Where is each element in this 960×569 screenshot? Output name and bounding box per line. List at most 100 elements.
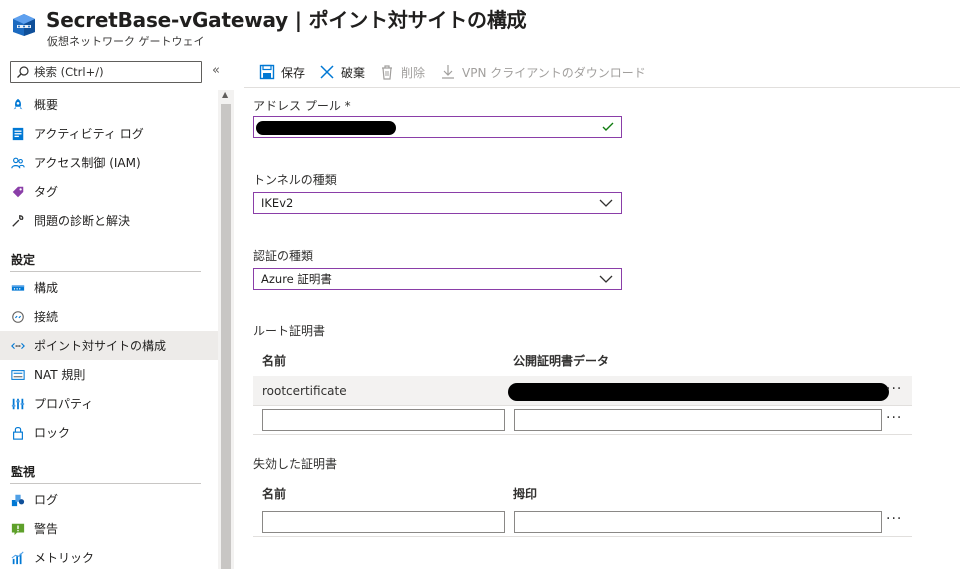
virtual-network-gateway-icon [13, 14, 35, 36]
root-cert-data-header: 公開証明書データ [513, 354, 610, 368]
menu-item-label: アクセス制御 (IAM) [34, 156, 141, 170]
menu-item-configuration[interactable]: 構成 [0, 273, 218, 302]
nat-icon [10, 367, 26, 383]
menu-item-tags[interactable]: タグ [0, 177, 218, 206]
save-button[interactable]: 保存 [259, 62, 305, 82]
auth-type-value: Azure 証明書 [261, 272, 332, 286]
more-actions-button[interactable]: ··· [496, 6, 510, 24]
revoked-certificates-heading: 失効した証明書 [253, 457, 338, 471]
activity-log-icon [10, 126, 26, 142]
menu-item-activity-log[interactable]: アクティビティ ログ [0, 119, 218, 148]
menu-item-iam[interactable]: アクセス制御 (IAM) [0, 148, 218, 177]
page-title: SecretBase-vGateway | ポイント対サイトの構成 [46, 8, 527, 32]
new-revoked-cert-thumbprint-input[interactable] [514, 511, 882, 533]
menu-item-label: 警告 [34, 522, 59, 536]
root-cert-name-header: 名前 [262, 354, 287, 368]
lock-icon [10, 425, 26, 441]
auth-type-dropdown[interactable]: Azure 証明書 [253, 268, 622, 290]
row-divider [253, 405, 912, 406]
collapse-menu-button[interactable]: « [212, 63, 220, 78]
menu-item-properties[interactable]: プロパティ [0, 389, 218, 418]
connection-icon [10, 309, 26, 325]
row-more-button[interactable]: ··· [886, 511, 902, 527]
menu-item-point-to-site[interactable]: ポイント対サイトの構成 [0, 331, 218, 360]
download-label: VPN クライアントのダウンロード [462, 65, 646, 80]
trash-icon [382, 65, 392, 80]
p2s-icon [10, 338, 26, 354]
page-subtitle: 仮想ネットワーク ゲートウェイ [47, 35, 205, 48]
row-more-button[interactable]: ··· [886, 381, 902, 397]
menu-scrollbar[interactable]: ▲ [218, 90, 234, 569]
menu-item-label: 問題の診断と解決 [34, 214, 131, 228]
checkmark-icon [602, 122, 614, 131]
delete-label: 削除 [401, 65, 426, 80]
command-bar: 保存 破棄 削除 VPN クライアントのダウンロード [244, 56, 960, 88]
root-certificates-heading: ルート証明書 [253, 324, 326, 338]
rocket-icon [10, 97, 26, 113]
wrench-icon [10, 213, 26, 229]
menu-item-label: プロパティ [34, 397, 94, 411]
menu-item-label: NAT 規則 [34, 368, 86, 382]
revoked-cert-name-header: 名前 [262, 487, 287, 501]
tag-icon [10, 184, 26, 200]
menu-item-label: 概要 [34, 98, 59, 112]
row-divider [253, 434, 912, 435]
scroll-up-arrow-icon[interactable]: ▲ [222, 90, 228, 99]
save-label: 保存 [281, 65, 306, 80]
menu-item-label: タグ [34, 185, 59, 199]
menu-list: 概要 アクティビティ ログ アクセス制御 (IAM) タグ 問題の診断と解決 設… [0, 90, 234, 569]
menu-item-overview[interactable]: 概要 [0, 90, 218, 119]
discard-label: 破棄 [341, 65, 366, 80]
menu-section-monitoring: 監視 [11, 465, 36, 479]
chevron-down-icon [599, 199, 613, 207]
menu-item-label: ロック [34, 426, 71, 440]
redacted-certificate-data [508, 383, 889, 401]
menu-search-input[interactable] [34, 65, 194, 79]
tunnel-type-label: トンネルの種類 [253, 173, 337, 187]
new-revoked-cert-name-input[interactable] [262, 511, 505, 533]
menu-item-label: ポイント対サイトの構成 [34, 339, 167, 353]
page-header: SecretBase-vGateway | ポイント対サイトの構成 仮想ネットワ… [0, 0, 960, 56]
new-root-cert-data-input[interactable] [514, 409, 882, 431]
close-icon [320, 65, 334, 79]
metrics-icon [10, 550, 26, 566]
root-cert-name-cell: rootcertificate [262, 384, 347, 398]
menu-divider [10, 483, 201, 484]
menu-item-metrics[interactable]: メトリック [0, 543, 218, 569]
menu-item-diagnose[interactable]: 問題の診断と解決 [0, 206, 218, 235]
download-icon [442, 65, 454, 79]
menu-item-label: アクティビティ ログ [34, 127, 144, 141]
menu-item-label: 構成 [34, 281, 59, 295]
redacted-value [256, 121, 396, 135]
save-icon [259, 64, 275, 80]
address-pool-input[interactable] [253, 116, 622, 138]
menu-item-nat-rules[interactable]: NAT 規則 [0, 360, 218, 389]
properties-icon [10, 396, 26, 412]
tunnel-type-value: IKEv2 [261, 196, 294, 210]
menu-item-logs[interactable]: ログ [0, 485, 218, 514]
new-root-cert-name-input[interactable] [262, 409, 505, 431]
menu-item-connections[interactable]: 接続 [0, 302, 218, 331]
menu-item-label: ログ [34, 493, 59, 507]
tunnel-type-dropdown[interactable]: IKEv2 [253, 192, 622, 214]
logs-icon [10, 492, 26, 508]
row-more-button[interactable]: ··· [886, 410, 902, 426]
menu-item-label: メトリック [34, 551, 95, 565]
row-divider [253, 536, 912, 537]
chevron-down-icon [599, 275, 613, 283]
menu-item-alerts[interactable]: 警告 [0, 514, 218, 543]
config-icon [10, 280, 26, 296]
download-vpn-client-button[interactable]: VPN クライアントのダウンロード [440, 62, 646, 82]
search-icon [17, 66, 29, 78]
menu-search-box[interactable] [10, 61, 202, 83]
address-pool-label: アドレス プール * [253, 99, 351, 113]
alert-icon [10, 521, 26, 537]
menu-item-label: 接続 [34, 310, 59, 324]
resource-menu: « 概要 アクティビティ ログ アクセス制御 (IAM) タグ [0, 56, 234, 569]
scrollbar-thumb[interactable] [221, 104, 231, 569]
auth-type-label: 認証の種類 [253, 249, 314, 263]
discard-button[interactable]: 破棄 [319, 62, 365, 82]
people-icon [10, 155, 26, 171]
menu-item-locks[interactable]: ロック [0, 418, 218, 447]
delete-button[interactable]: 削除 [379, 62, 425, 82]
